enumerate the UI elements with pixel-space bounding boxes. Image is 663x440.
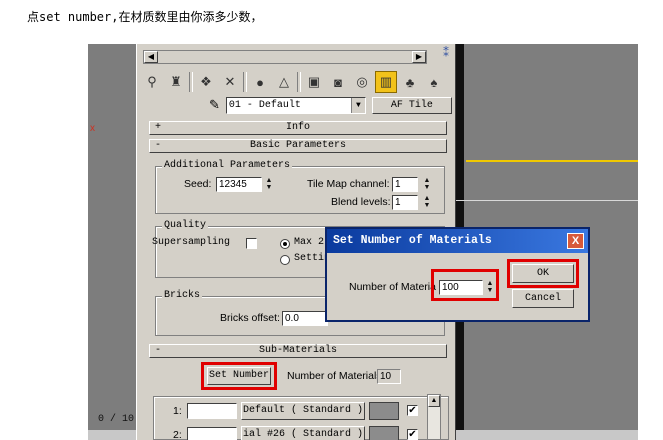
sub-material-button[interactable]: Default ( Standard ) xyxy=(241,402,365,420)
blend-levels-spinner-arrows[interactable]: ▲ ▼ xyxy=(422,195,432,210)
sub-material-color-swatch[interactable] xyxy=(369,426,399,440)
material-name-value: 01 - Default xyxy=(228,99,301,111)
rollout-sub-title: Sub-Materials xyxy=(258,345,337,356)
scroll-up-icon[interactable]: ▲ xyxy=(428,395,440,407)
scroll-left-icon[interactable]: ◀ xyxy=(144,51,158,63)
supersampling-checkbox[interactable] xyxy=(246,238,257,249)
rollout-basic-parameters[interactable]: - Basic Parameters xyxy=(149,139,447,153)
rollout-basic-title: Basic Parameters xyxy=(249,140,346,151)
sub-material-name-field[interactable] xyxy=(187,403,237,419)
set-number-highlight xyxy=(201,362,277,390)
group-title: Bricks xyxy=(162,290,203,301)
show-end-result-icon[interactable]: ▥ xyxy=(375,71,397,93)
dialog-title: Set Number of Materials xyxy=(327,229,588,253)
show-map-icon[interactable]: ◎ xyxy=(351,71,373,93)
instruction-caption: 点set number,在材质数里由你添多少数， xyxy=(27,10,263,24)
toolbar-separator xyxy=(189,72,193,92)
tile-map-spinner-arrows[interactable]: ▲ ▼ xyxy=(422,177,432,192)
group-title: Quality xyxy=(162,220,209,231)
material-toolbar: ⚲ ♜ ❖ ✕ ● △ ▣ ◙ ◎ ▥ ♣ ♠ xyxy=(141,70,455,94)
sub-material-button[interactable]: ial #26 ( Standard ) xyxy=(241,426,365,440)
number-of-materials-field-label: Number of Materia xyxy=(349,281,436,293)
unique-icon[interactable]: △ xyxy=(273,71,295,93)
viewport-left[interactable]: x 0 / 10 xyxy=(88,44,136,440)
sample-slots-scrollbar[interactable]: ◀ ▶ xyxy=(143,50,427,64)
number-input-highlight xyxy=(431,269,499,301)
sub-material-name-field[interactable] xyxy=(187,427,237,440)
pick-material-icon[interactable]: ✎ xyxy=(209,97,220,113)
viewport-horizon-line xyxy=(456,200,638,201)
supersampling-label: Supersampling xyxy=(152,237,231,248)
axis-x-label: x xyxy=(90,123,95,134)
sub-material-scrollbar[interactable]: ▲ xyxy=(427,394,441,440)
rollout-sub-materials[interactable]: - Sub-Materials xyxy=(149,344,447,358)
go-to-parent-icon[interactable]: ♣ xyxy=(399,71,421,93)
bricks-offset-input[interactable]: 0.0 xyxy=(282,311,328,326)
options-icon[interactable]: ⁑ xyxy=(443,46,457,64)
bricks-offset-label: Bricks offset: xyxy=(220,312,280,324)
chevron-down-icon[interactable]: ▼ xyxy=(350,97,365,113)
sub-material-index: 1: xyxy=(173,405,182,417)
go-forward-icon[interactable]: ♠ xyxy=(423,71,445,93)
close-icon[interactable]: X xyxy=(567,233,584,249)
material-name-field[interactable]: 01 - Default ▼ xyxy=(225,96,366,114)
number-of-materials-label: Number of Materials: xyxy=(287,370,385,382)
sub-material-index: 2: xyxy=(173,429,182,440)
toolbar-separator xyxy=(243,72,247,92)
frame-counter: 0 / 10 xyxy=(98,414,135,425)
sub-material-enable-checkbox[interactable]: ✔ xyxy=(407,405,418,416)
put-to-scene-icon[interactable]: ♜ xyxy=(165,71,187,93)
sub-material-color-swatch[interactable] xyxy=(369,402,399,420)
number-of-materials-value: 10 xyxy=(377,369,401,384)
max-radio[interactable] xyxy=(280,239,290,249)
ok-highlight xyxy=(507,259,579,288)
material-name-row: ✎ 01 - Default ▼ AF Tile xyxy=(209,94,459,116)
assign-material-icon[interactable]: ❖ xyxy=(195,71,217,93)
material-type-button[interactable]: AF Tile xyxy=(371,96,452,114)
collapse-icon: - xyxy=(155,345,162,356)
seed-label: Seed: xyxy=(184,178,212,190)
tile-map-channel-label: Tile Map channel: xyxy=(307,178,390,190)
rollout-info-title: Info xyxy=(285,122,310,133)
set-number-dialog: Set Number of Materials X Number of Mate… xyxy=(325,227,590,322)
tile-map-channel-input[interactable]: 1 xyxy=(392,177,418,192)
put-to-library-icon[interactable]: ▣ xyxy=(303,71,325,93)
expand-icon: + xyxy=(155,122,162,133)
collapse-icon: - xyxy=(155,140,162,151)
blend-levels-input[interactable]: 1 xyxy=(392,195,418,210)
get-material-icon[interactable]: ⚲ xyxy=(141,71,163,93)
viewport-grid-line xyxy=(466,160,638,162)
max-label: Max 2 xyxy=(294,237,325,248)
material-id-icon[interactable]: ◙ xyxy=(327,71,349,93)
group-title: Additional Parameters xyxy=(162,160,293,171)
cancel-button[interactable]: Cancel xyxy=(512,289,574,308)
rollout-info[interactable]: + Info xyxy=(149,121,447,135)
setting-radio[interactable] xyxy=(280,255,290,265)
additional-parameters-group: Additional Parameters Seed: 12345 ▲ ▼ Til… xyxy=(155,160,445,214)
sub-material-enable-checkbox[interactable]: ✔ xyxy=(407,429,418,440)
scroll-right-icon[interactable]: ▶ xyxy=(412,51,426,63)
seed-input[interactable]: 12345 xyxy=(216,177,262,192)
reset-icon[interactable]: ✕ xyxy=(219,71,241,93)
toolbar-separator xyxy=(297,72,301,92)
seed-spinner-arrows[interactable]: ▲ ▼ xyxy=(264,177,274,192)
copy-material-icon[interactable]: ● xyxy=(249,71,271,93)
blend-levels-label: Blend levels: xyxy=(331,196,391,208)
